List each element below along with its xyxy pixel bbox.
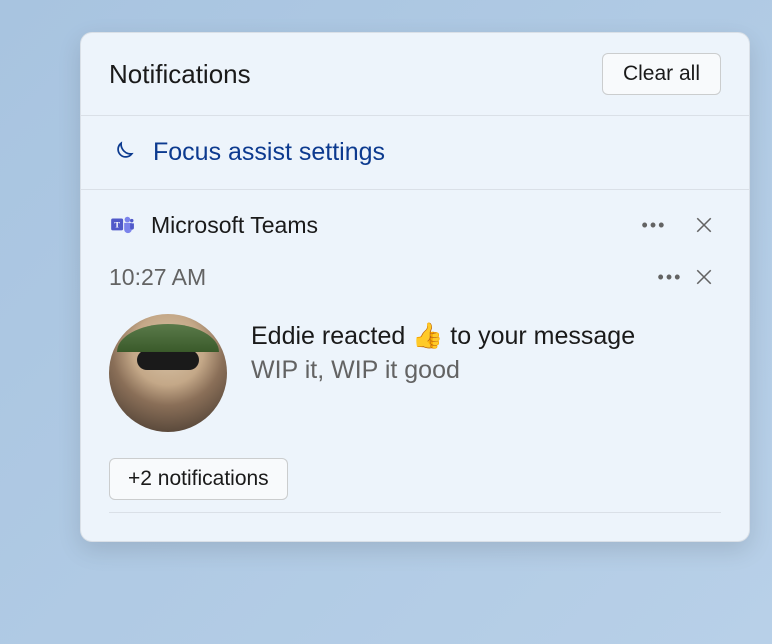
moon-icon xyxy=(109,140,135,166)
card-meta-row: 10:27 AM ••• xyxy=(109,260,721,294)
close-icon xyxy=(695,216,713,234)
thumbs-up-icon: 👍 xyxy=(412,322,443,350)
title-prefix: Eddie reacted xyxy=(251,322,412,350)
panel-title: Notifications xyxy=(109,59,251,90)
card-more-button[interactable]: ••• xyxy=(637,208,671,242)
divider xyxy=(109,512,721,513)
panel-header: Notifications Clear all xyxy=(81,33,749,116)
app-name-label: Microsoft Teams xyxy=(151,212,621,239)
ellipsis-icon: ••• xyxy=(658,267,683,288)
title-suffix: to your message xyxy=(443,322,635,350)
focus-assist-link[interactable]: Focus assist settings xyxy=(81,116,749,190)
notification-panel: Notifications Clear all Focus assist set… xyxy=(80,32,750,542)
card-dismiss-button[interactable] xyxy=(687,208,721,242)
avatar xyxy=(109,314,227,432)
card-app-row: T Microsoft Teams ••• xyxy=(109,208,721,242)
svg-text:T: T xyxy=(114,220,120,230)
clear-all-button[interactable]: Clear all xyxy=(602,53,721,95)
notification-content: Eddie reacted 👍 to your message WIP it, … xyxy=(109,314,721,432)
notification-title: Eddie reacted 👍 to your message xyxy=(251,320,721,354)
notification-card[interactable]: T Microsoft Teams ••• 10:27 AM ••• xyxy=(81,190,749,541)
close-icon xyxy=(695,268,713,286)
message-block: Eddie reacted 👍 to your message WIP it, … xyxy=(251,314,721,385)
ellipsis-icon: ••• xyxy=(642,215,667,236)
focus-assist-label: Focus assist settings xyxy=(153,138,385,167)
item-more-button[interactable]: ••• xyxy=(653,260,687,294)
timestamp-label: 10:27 AM xyxy=(109,264,653,291)
teams-icon: T xyxy=(109,212,135,238)
more-notifications-button[interactable]: +2 notifications xyxy=(109,458,288,500)
item-dismiss-button[interactable] xyxy=(687,260,721,294)
notification-subtitle: WIP it, WIP it good xyxy=(251,356,721,385)
